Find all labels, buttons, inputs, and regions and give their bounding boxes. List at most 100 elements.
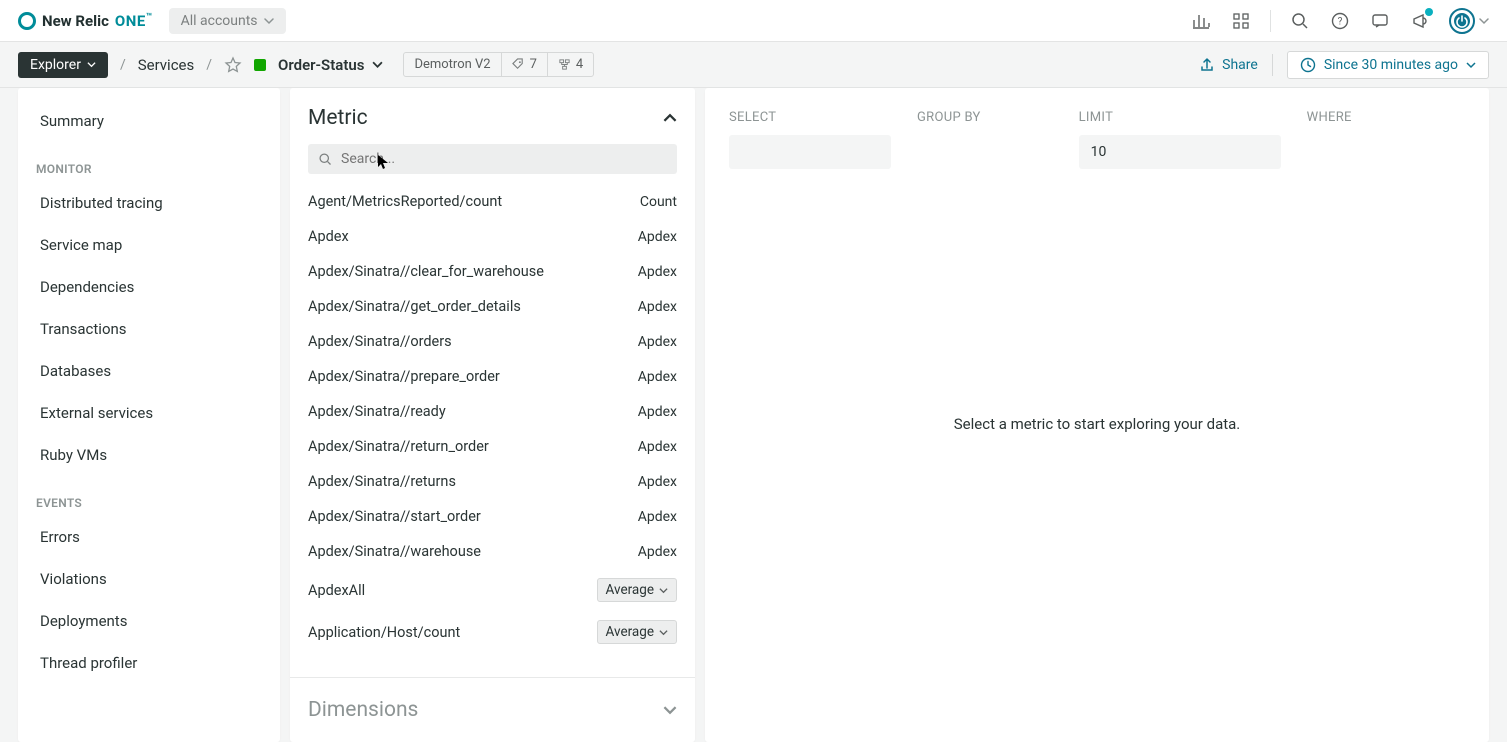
time-picker[interactable]: Since 30 minutes ago <box>1287 51 1489 79</box>
sidebar-item[interactable]: Service map <box>18 224 280 266</box>
whats-new-icon[interactable] <box>1409 10 1431 32</box>
sidebar-item[interactable]: Violations <box>18 558 280 600</box>
unit-dropdown[interactable]: Average <box>597 578 677 602</box>
share-button[interactable]: Share <box>1199 57 1258 73</box>
star-icon[interactable] <box>224 56 242 74</box>
related-chip[interactable]: 4 <box>548 53 593 76</box>
metric-row[interactable]: Apdex Apdex <box>308 219 677 254</box>
entity-name-label: Order-Status <box>278 56 364 74</box>
sidebar-item[interactable]: Deployments <box>18 600 280 642</box>
help-icon[interactable]: ? <box>1329 10 1351 32</box>
feedback-icon[interactable] <box>1369 10 1391 32</box>
metric-row[interactable]: Apdex/Sinatra//get_order_detailsApdex <box>308 289 677 324</box>
dimensions-panel-header[interactable]: Dimensions <box>290 677 695 742</box>
metric-name: Application/Host/count <box>308 624 460 641</box>
metric-row[interactable]: Apdex/Sinatra//prepare_order Apdex <box>308 359 677 394</box>
entity-name-dropdown[interactable]: Order-Status <box>278 56 383 74</box>
tags-chip[interactable]: 7 <box>502 53 548 76</box>
metric-name: Apdex/Sinatra//prepare_order <box>308 368 500 385</box>
search-icon[interactable] <box>1289 10 1311 32</box>
metric-unit: Apdex <box>638 544 677 560</box>
metric-row[interactable]: ApdexAll Average <box>308 569 677 611</box>
time-range-label: Since 30 minutes ago <box>1324 57 1458 73</box>
account-selector[interactable]: All accounts <box>169 8 286 34</box>
metric-row[interactable]: Apdex/Sinatra//start_order Apdex <box>308 499 677 534</box>
limit-label: LIMIT <box>1079 110 1281 125</box>
metric-name: Apdex/Sinatra//return_order <box>308 438 489 455</box>
metric-list: Agent/MetricsReported/countCountApdexApd… <box>290 184 695 677</box>
sidebar: Summary MONITOR Distributed tracingServi… <box>18 88 280 742</box>
metric-unit: Apdex <box>638 369 677 385</box>
user-menu[interactable] <box>1449 8 1489 34</box>
search-input[interactable] <box>341 151 667 167</box>
entity-meta-chip-group: Demotron V2 7 4 <box>403 52 594 77</box>
breadcrumb-services[interactable]: Services <box>138 56 195 74</box>
metric-unit: Apdex <box>638 509 677 525</box>
metric-name: Apdex/Sinatra//clear_for_warehouse <box>308 263 544 280</box>
metric-search[interactable] <box>308 144 677 174</box>
metric-row[interactable]: Apdex/Sinatra//ordersApdex <box>308 324 677 359</box>
metric-panel: Metric Agent/MetricsReported/countCountA… <box>290 88 695 742</box>
query-where: WHERE <box>1307 110 1352 125</box>
tag-icon <box>512 58 525 71</box>
clock-icon <box>1300 57 1316 73</box>
sidebar-item[interactable]: Thread profiler <box>18 642 280 684</box>
metric-row[interactable]: Apdex/Sinatra//returnsApdex <box>308 464 677 499</box>
metric-row[interactable]: Apdex/Sinatra//warehouseApdex <box>308 534 677 569</box>
metric-unit: Apdex <box>638 439 677 455</box>
svg-text:?: ? <box>1338 16 1343 27</box>
sidebar-item[interactable]: Summary <box>18 100 280 142</box>
empty-state-message: Select a metric to start exploring your … <box>954 415 1241 433</box>
apps-grid-icon[interactable] <box>1230 10 1252 32</box>
sidebar-item[interactable]: Ruby VMs <box>18 434 280 476</box>
sidebar-item[interactable]: Databases <box>18 350 280 392</box>
limit-input[interactable] <box>1079 135 1281 169</box>
metric-row[interactable]: Agent/MetricsReported/countCount <box>308 184 677 219</box>
unit-label: Average <box>606 624 654 640</box>
metric-unit: Apdex <box>638 229 677 245</box>
sidebar-section-events: EVENTS <box>18 476 280 516</box>
metric-row[interactable]: Apdex/Sinatra//return_order Apdex <box>308 429 677 464</box>
topbar-separator <box>1270 10 1271 32</box>
sidebar-item[interactable]: Transactions <box>18 308 280 350</box>
metric-unit: Apdex <box>638 474 677 490</box>
groupby-label: GROUP BY <box>917 110 981 125</box>
sidebar-item[interactable]: Dependencies <box>18 266 280 308</box>
related-count: 4 <box>576 57 583 72</box>
select-input[interactable] <box>729 135 891 169</box>
sidebar-item[interactable]: Distributed tracing <box>18 182 280 224</box>
search-icon <box>318 152 333 167</box>
query-groupby: GROUP BY <box>917 110 981 125</box>
chevron-down-icon <box>87 60 96 69</box>
chevron-down-icon <box>264 16 274 26</box>
metric-unit: Apdex <box>638 334 677 350</box>
metric-row[interactable]: Application/Host/count Average <box>308 611 677 653</box>
unit-dropdown[interactable]: Average <box>597 620 677 644</box>
explorer-chip[interactable]: Explorer <box>18 52 108 78</box>
metric-unit: Count <box>640 194 677 210</box>
metric-row[interactable]: Apdex/Sinatra//clear_for_warehouseApdex <box>308 254 677 289</box>
metric-name: Apdex/Sinatra//ready <box>308 403 446 420</box>
metric-unit: Apdex <box>638 299 677 315</box>
subheader-right: Share Since 30 minutes ago <box>1199 51 1489 79</box>
dimensions-title: Dimensions <box>308 698 418 722</box>
metric-unit: Apdex <box>638 404 677 420</box>
chevron-down-icon <box>659 628 668 637</box>
crumb-sep: / <box>206 57 212 73</box>
chart-icon[interactable] <box>1190 10 1212 32</box>
metric-panel-header[interactable]: Metric <box>290 88 695 140</box>
brand-text-2: ONE™ <box>115 12 153 30</box>
metric-name: ApdexAll <box>308 582 365 599</box>
sidebar-item[interactable]: External services <box>18 392 280 434</box>
topbar: New Relic ONE™ All accounts ? <box>0 0 1507 42</box>
account-chip[interactable]: Demotron V2 <box>404 53 501 76</box>
subheader: Explorer / Services / Order-Status Demot… <box>0 42 1507 88</box>
brand-logo-area[interactable]: New Relic ONE™ <box>18 12 153 30</box>
metric-row[interactable]: Apdex/Sinatra//ready Apdex <box>308 394 677 429</box>
sidebar-item[interactable]: Errors <box>18 516 280 558</box>
sidebar-section-monitor: MONITOR <box>18 142 280 182</box>
query-builder: SELECT GROUP BY LIMIT WHERE <box>729 110 1465 169</box>
status-indicator <box>254 59 266 71</box>
metric-name: Apdex/Sinatra//start_order <box>308 508 481 525</box>
metric-name: Apdex <box>308 228 349 245</box>
